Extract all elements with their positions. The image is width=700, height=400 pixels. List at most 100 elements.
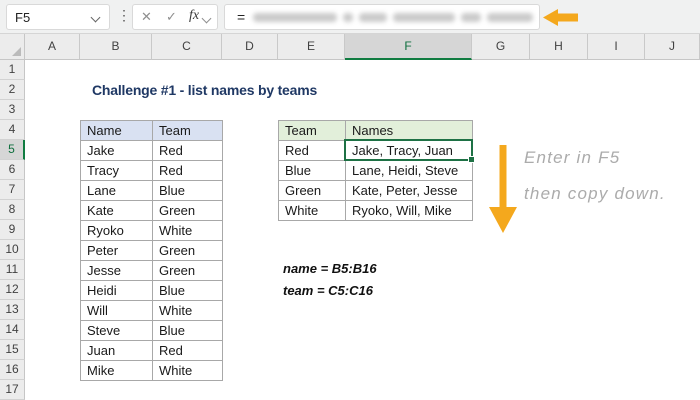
- table-cell[interactable]: Blue: [153, 181, 223, 201]
- cancel-icon[interactable]: ✕: [141, 9, 152, 25]
- table-cell[interactable]: Peter: [81, 241, 153, 261]
- table-header-cell[interactable]: Name: [81, 121, 153, 141]
- table-cell[interactable]: Green: [153, 261, 223, 281]
- table-cell[interactable]: Red: [153, 341, 223, 361]
- redacted-formula: [253, 13, 533, 22]
- table-cell[interactable]: Heidi: [81, 281, 153, 301]
- table-cell[interactable]: Lane: [81, 181, 153, 201]
- row-header-12[interactable]: 12: [0, 280, 25, 300]
- copy-down-arrow-icon: [489, 145, 517, 233]
- column-header-F[interactable]: F: [345, 34, 472, 60]
- table-cell[interactable]: White: [153, 361, 223, 381]
- table-row: White Ryoko, Will, Mike: [279, 201, 473, 221]
- row-header-5[interactable]: 5: [0, 140, 25, 160]
- table-cell[interactable]: Red: [153, 141, 223, 161]
- formula-input[interactable]: =: [224, 4, 540, 30]
- column-header-I[interactable]: I: [588, 34, 645, 60]
- table-header-cell[interactable]: Team: [153, 121, 223, 141]
- table-cell[interactable]: Red: [279, 141, 346, 161]
- table-cell[interactable]: Green: [153, 201, 223, 221]
- table-cell[interactable]: Jake: [81, 141, 153, 161]
- row-header-14[interactable]: 14: [0, 320, 25, 340]
- formula-buttons: ✕ ✓ fx: [132, 4, 218, 30]
- table-cell[interactable]: Green: [279, 181, 346, 201]
- formula-equals: =: [237, 9, 246, 25]
- table-header-cell[interactable]: Names: [346, 121, 473, 141]
- formula-pointer-arrow-icon: [543, 9, 578, 26]
- more-options-icon[interactable]: ⋮: [117, 7, 131, 24]
- table-row: Heidi Blue: [81, 281, 223, 301]
- table-row: Mike White: [81, 361, 223, 381]
- page-title: Challenge #1 - list names by teams: [92, 82, 318, 98]
- table-row: Peter Green: [81, 241, 223, 261]
- row-header-10[interactable]: 10: [0, 240, 25, 260]
- column-header-E[interactable]: E: [278, 34, 345, 60]
- table-cell[interactable]: Red: [153, 161, 223, 181]
- row-header-15[interactable]: 15: [0, 340, 25, 360]
- insert-function-icon[interactable]: fx: [189, 8, 199, 24]
- table-cell[interactable]: Juan: [81, 341, 153, 361]
- row-header-8[interactable]: 8: [0, 200, 25, 220]
- column-header-A[interactable]: A: [25, 34, 80, 60]
- row-header-13[interactable]: 13: [0, 300, 25, 320]
- chevron-down-icon[interactable]: [92, 14, 100, 22]
- column-header-H[interactable]: H: [530, 34, 588, 60]
- table-row: Lane Blue: [81, 181, 223, 201]
- column-header-B[interactable]: B: [80, 34, 152, 60]
- row-header-9[interactable]: 9: [0, 220, 25, 240]
- table-row: Jake Red: [81, 141, 223, 161]
- row-header-17[interactable]: 17: [0, 380, 25, 400]
- table-cell[interactable]: Lane, Heidi, Steve: [346, 161, 473, 181]
- table-cell[interactable]: White: [153, 301, 223, 321]
- enter-icon[interactable]: ✓: [166, 9, 177, 25]
- table-cell[interactable]: Green: [153, 241, 223, 261]
- table-row: Will White: [81, 301, 223, 321]
- table-cell[interactable]: Blue: [279, 161, 346, 181]
- table-cell[interactable]: Kate, Peter, Jesse: [346, 181, 473, 201]
- fx-chevron-down-icon[interactable]: [203, 15, 211, 23]
- row-header-11[interactable]: 11: [0, 260, 25, 280]
- table-cell[interactable]: Steve: [81, 321, 153, 341]
- table-cell[interactable]: Mike: [81, 361, 153, 381]
- row-header-7[interactable]: 7: [0, 180, 25, 200]
- note-line-2: then copy down.: [524, 184, 666, 203]
- table-header-row: Team Names: [279, 121, 473, 141]
- select-all-button[interactable]: [0, 34, 25, 60]
- source-table: Name Team Jake Red Tracy Red Lane Blue Kate Green…: [80, 120, 223, 381]
- table-cell[interactable]: White: [153, 221, 223, 241]
- table-row: Juan Red: [81, 341, 223, 361]
- table-cell[interactable]: Blue: [153, 321, 223, 341]
- named-range-note-2: team = C5:C16: [283, 283, 373, 298]
- table-cell[interactable]: Kate: [81, 201, 153, 221]
- table-header-row: Name Team: [81, 121, 223, 141]
- table-row: Jesse Green: [81, 261, 223, 281]
- result-table: Team Names Red Jake, Tracy, Juan Blue Lane, H…: [278, 120, 473, 221]
- table-cell[interactable]: Blue: [153, 281, 223, 301]
- name-box-value: F5: [15, 10, 31, 25]
- row-header-1[interactable]: 1: [0, 60, 25, 80]
- table-row: Kate Green: [81, 201, 223, 221]
- name-box[interactable]: F5: [6, 4, 110, 30]
- table-cell[interactable]: Ryoko, Will, Mike: [346, 201, 473, 221]
- formula-bar: F5 ⋮ ✕ ✓ fx =: [0, 0, 700, 34]
- row-header-6[interactable]: 6: [0, 160, 25, 180]
- row-header-3[interactable]: 3: [0, 100, 25, 120]
- column-header-G[interactable]: G: [472, 34, 530, 60]
- table-row: Blue Lane, Heidi, Steve: [279, 161, 473, 181]
- row-header-4[interactable]: 4: [0, 120, 25, 140]
- column-header-J[interactable]: J: [645, 34, 700, 60]
- column-header-D[interactable]: D: [222, 34, 278, 60]
- table-cell[interactable]: Ryoko: [81, 221, 153, 241]
- column-header-C[interactable]: C: [152, 34, 222, 60]
- table-cell[interactable]: White: [279, 201, 346, 221]
- note-line-1: Enter in F5: [524, 148, 621, 167]
- table-cell[interactable]: Tracy: [81, 161, 153, 181]
- table-cell[interactable]: Jesse: [81, 261, 153, 281]
- table-cell[interactable]: Will: [81, 301, 153, 321]
- row-header-2[interactable]: 2: [0, 80, 25, 100]
- table-header-cell[interactable]: Team: [279, 121, 346, 141]
- row-header-16[interactable]: 16: [0, 360, 25, 380]
- table-row: Green Kate, Peter, Jesse: [279, 181, 473, 201]
- table-row: Steve Blue: [81, 321, 223, 341]
- table-cell[interactable]: Jake, Tracy, Juan: [346, 141, 473, 161]
